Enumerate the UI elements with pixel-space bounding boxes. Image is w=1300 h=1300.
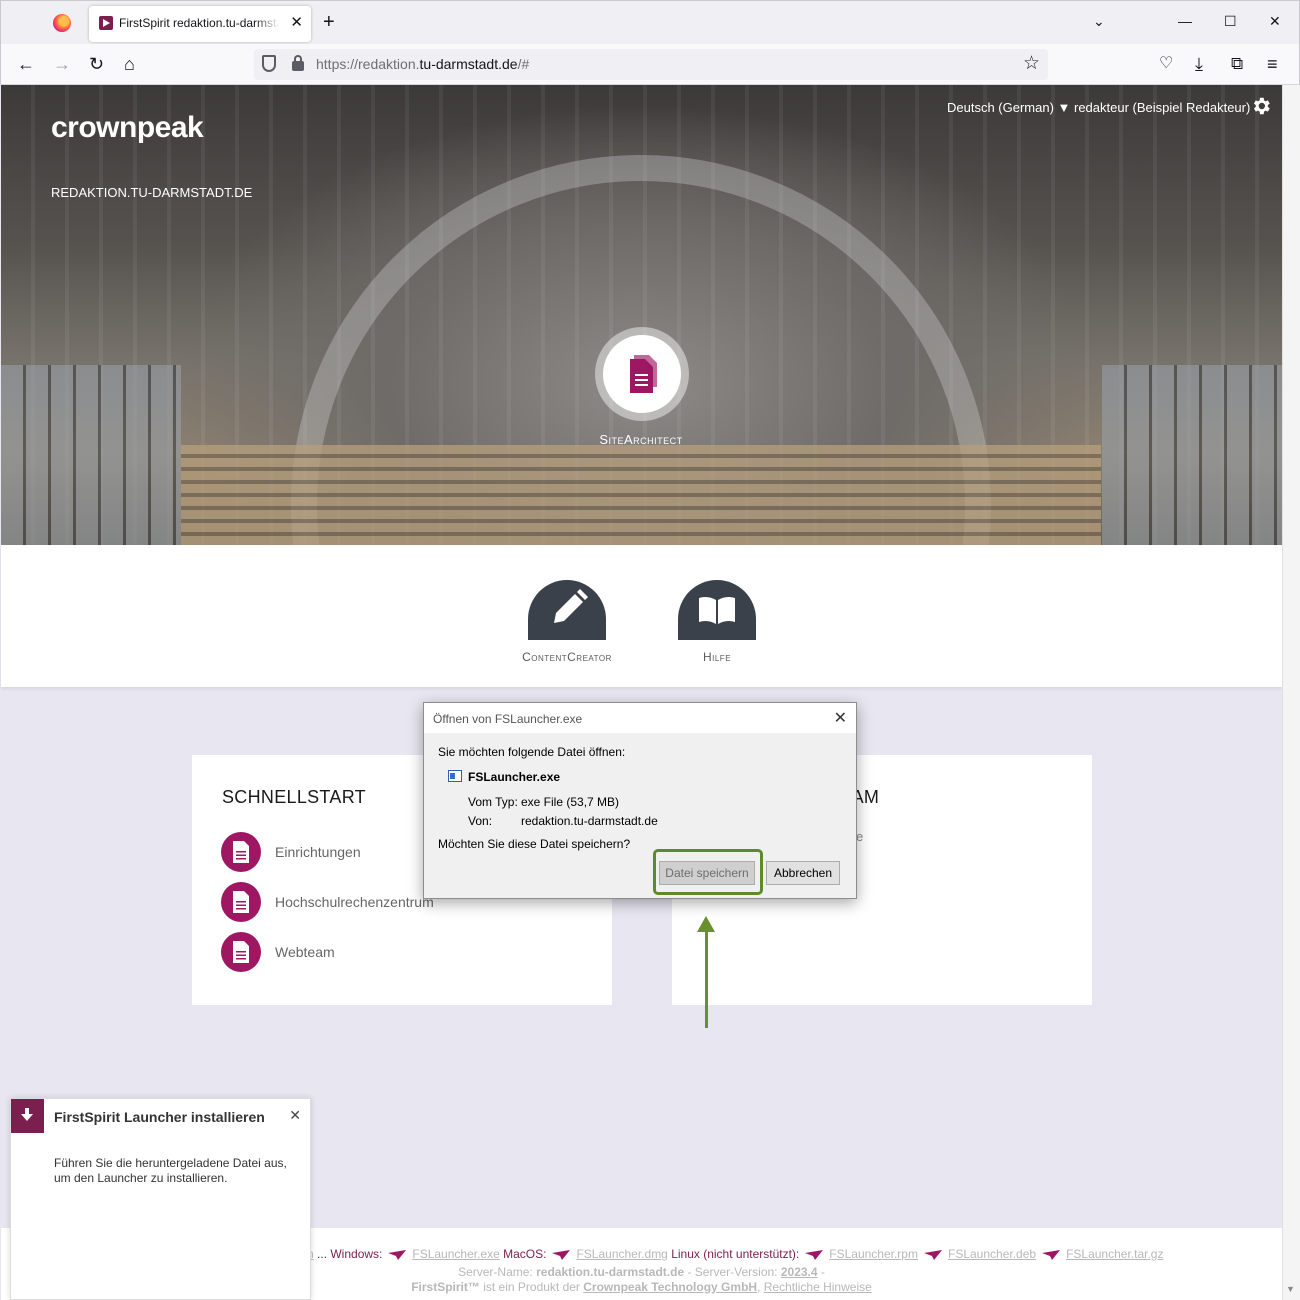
browser-tab[interactable]: FirstSpirit redaktion.tu-darmstadt.de ✕ (89, 6, 311, 42)
document-icon (221, 932, 261, 972)
windows-launcher-link[interactable]: FSLauncher.exe (412, 1247, 499, 1261)
notification-body: Führen Sie die heruntergeladene Datei au… (54, 1156, 287, 1185)
back-arrow-icon[interactable]: ← (17, 53, 35, 75)
new-tab-button[interactable]: + (323, 11, 335, 34)
quickstart-item-label[interactable]: Einrichtungen (275, 844, 361, 860)
macos-launcher-link[interactable]: FSLauncher.dmg (576, 1247, 667, 1261)
dialog-type-row: Vom Typ: exe File (53,7 MB) (468, 795, 620, 809)
close-window-button[interactable]: ✕ (1269, 13, 1281, 30)
team-card-text[interactable]: e (856, 829, 863, 844)
scroll-down-arrow-icon[interactable]: ▼ (1286, 1284, 1295, 1294)
content-creator-button[interactable] (528, 580, 606, 640)
reload-icon[interactable]: ↻ (89, 53, 104, 75)
book-icon (699, 596, 735, 624)
pocket-icon[interactable]: ♡ (1159, 53, 1173, 75)
dialog-source-row: Von: redaktion.tu-darmstadt.de (468, 814, 658, 828)
url-text[interactable]: https://redaktion.tu-darmstadt.de/# (316, 56, 529, 72)
quickstart-item-label[interactable]: Webteam (275, 944, 335, 960)
bookmark-star-icon[interactable]: ☆ (1023, 52, 1040, 75)
firstspirit-favicon-icon (99, 16, 113, 30)
quickstart-item-label[interactable]: Hochschulrechenzentrum (275, 894, 434, 910)
maximize-button[interactable]: ☐ (1224, 13, 1237, 30)
paper-plane-icon (552, 1249, 571, 1260)
hero-lecture-seats (181, 445, 1101, 545)
extensions-icon[interactable]: ⧉ (1231, 53, 1243, 75)
linux-tar-link[interactable]: FSLauncher.tar.gz (1066, 1247, 1163, 1261)
site-architect-label[interactable]: SiteArchitect (541, 432, 741, 447)
apps-strip: ContentCreator Hilfe (1, 545, 1282, 687)
content-creator-app[interactable]: ContentCreator (497, 580, 637, 664)
forward-arrow-icon[interactable]: → (53, 53, 71, 75)
open-file-dialog: Öffnen von FSLauncher.exe ✕ Sie möchten … (423, 702, 857, 899)
hero-window-left (1, 365, 181, 545)
annotation-arrow-line (705, 930, 708, 1028)
paper-plane-icon (805, 1249, 824, 1260)
browser-tab-bar: FirstSpirit redaktion.tu-darmstadt.de ✕ … (0, 0, 1300, 44)
launcher-downloads-line: n ... Windows:FSLauncher.exe MacOS:FSLau… (307, 1247, 1163, 1261)
server-name-heading: REDAKTION.TU-DARMSTADT.DE (51, 185, 253, 200)
linux-rpm-link[interactable]: FSLauncher.rpm (829, 1247, 918, 1261)
downloads-icon[interactable]: ⤓ (1195, 53, 1203, 75)
dialog-title: Öffnen von FSLauncher.exe (433, 712, 583, 726)
user-menu[interactable]: redakteur (Beispiel Redakteur) (1074, 100, 1250, 115)
document-icon (221, 832, 261, 872)
download-arrow-icon (11, 1099, 44, 1133)
browser-nav-bar: ← → ↻ ⌂ https://redaktion.tu-darmstadt.d… (0, 44, 1300, 85)
url-bar[interactable]: https://redaktion.tu-darmstadt.de/# ☆ (254, 49, 1048, 80)
dialog-question: Möchten Sie diese Datei speichern? (438, 837, 631, 851)
document-icon (221, 882, 261, 922)
page-scrollbar[interactable] (1282, 85, 1300, 1300)
list-tabs-chevron-icon[interactable]: ⌄ (1093, 13, 1105, 30)
cancel-button[interactable]: Abbrechen (766, 861, 840, 885)
legal-link[interactable]: Rechtliche Hinweise (764, 1280, 872, 1294)
pencil-icon (554, 589, 588, 623)
tab-close-icon[interactable]: ✕ (290, 13, 303, 31)
minimize-button[interactable]: — (1178, 13, 1192, 29)
lock-icon[interactable] (292, 55, 304, 71)
firefox-logo-icon[interactable] (53, 14, 71, 32)
dialog-close-icon[interactable]: ✕ (834, 708, 847, 728)
company-link[interactable]: Crownpeak Technology GmbH (583, 1280, 757, 1294)
help-label[interactable]: Hilfe (647, 650, 787, 664)
help-button[interactable] (678, 580, 756, 640)
linux-deb-link[interactable]: FSLauncher.deb (948, 1247, 1036, 1261)
dialog-prompt: Sie möchten folgende Datei öffnen: (438, 745, 626, 759)
home-icon[interactable]: ⌂ (124, 53, 135, 75)
launcher-install-notification: FirstSpirit Launcher installieren ✕ Führ… (10, 1098, 311, 1300)
site-architect-button[interactable] (603, 335, 681, 413)
save-file-button[interactable]: Datei speichern (659, 861, 755, 885)
paper-plane-icon (388, 1249, 407, 1260)
gear-icon[interactable] (1250, 95, 1272, 117)
hero-window-right (1102, 365, 1282, 545)
dialog-filename: FSLauncher.exe (468, 770, 561, 784)
notification-close-icon[interactable]: ✕ (289, 1107, 301, 1124)
exe-file-icon (448, 770, 462, 782)
hero-banner: crownpeak REDAKTION.TU-DARMSTADT.DE Deut… (1, 85, 1282, 545)
help-app[interactable]: Hilfe (647, 580, 787, 664)
menu-icon[interactable]: ≡ (1267, 53, 1278, 75)
notification-title: FirstSpirit Launcher installieren (54, 1109, 265, 1125)
crownpeak-logo: crownpeak (51, 111, 204, 144)
paper-plane-icon (923, 1249, 942, 1260)
quickstart-title: SCHNELLSTART (222, 787, 366, 807)
paper-plane-icon (1042, 1249, 1061, 1260)
tracking-shield-icon[interactable] (262, 55, 276, 72)
content-creator-label[interactable]: ContentCreator (497, 650, 637, 664)
document-icon (630, 355, 657, 393)
tab-title: FirstSpirit redaktion.tu-darmstadt.de (119, 16, 279, 30)
dialog-titlebar: Öffnen von FSLauncher.exe ✕ (424, 703, 856, 733)
language-select[interactable]: Deutsch (German) ▼ (947, 100, 1070, 115)
